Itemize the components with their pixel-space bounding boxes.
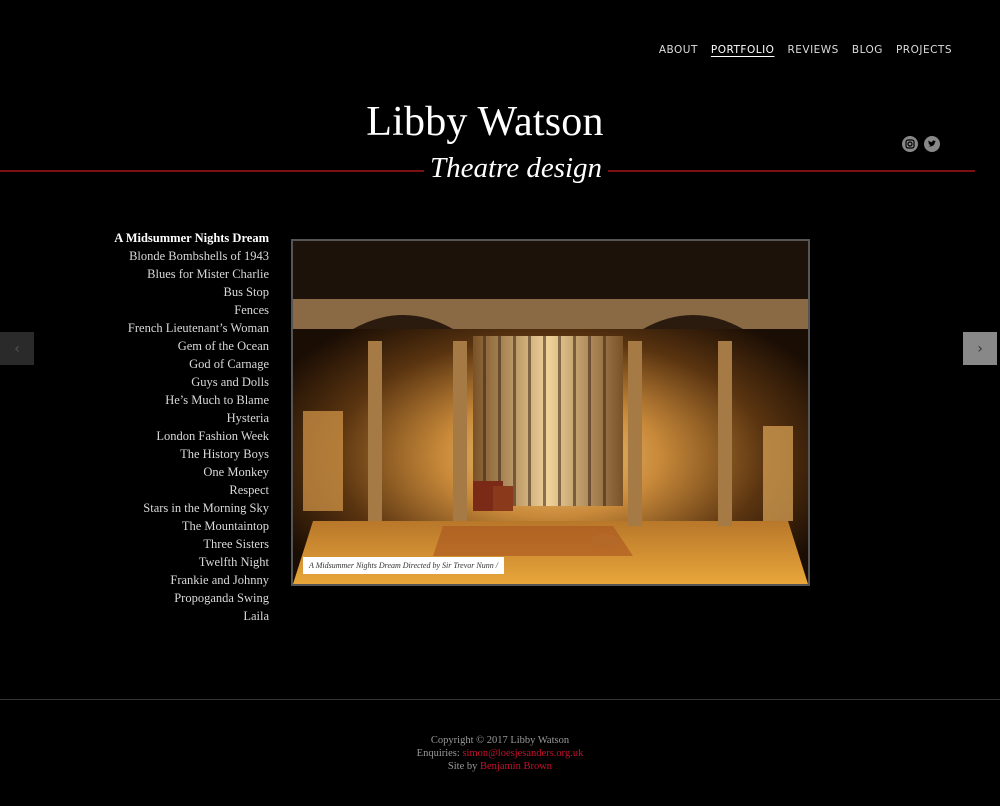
chevron-left-icon: ‹ xyxy=(14,340,20,357)
nav-portfolio[interactable]: PORTFOLIO xyxy=(711,44,775,56)
site-by-link[interactable]: Benjamin Brown xyxy=(480,761,552,772)
slideshow-next-button[interactable]: › xyxy=(963,332,997,365)
stage-photo xyxy=(293,241,808,584)
portfolio-item[interactable]: The History Boys xyxy=(114,445,269,463)
main-nav: ABOUT PORTFOLIO REVIEWS BLOG PROJECTS xyxy=(659,44,952,56)
instagram-icon[interactable] xyxy=(902,136,918,152)
site-title: Libby Watson xyxy=(366,99,604,145)
portfolio-item[interactable]: Laila xyxy=(114,607,269,625)
portfolio-item[interactable]: Three Sisters xyxy=(114,535,269,553)
nav-blog[interactable]: BLOG xyxy=(852,44,883,56)
portfolio-item[interactable]: Guys and Dolls xyxy=(114,373,269,391)
social-links xyxy=(902,136,940,152)
twitter-icon[interactable] xyxy=(924,136,940,152)
portfolio-item[interactable]: London Fashion Week xyxy=(114,427,269,445)
portfolio-item[interactable]: He’s Much to Blame xyxy=(114,391,269,409)
site-by-label: Site by xyxy=(447,761,478,772)
portfolio-item[interactable]: Blues for Mister Charlie xyxy=(114,265,269,283)
enquiries-email-link[interactable]: simon@loesjesanders.org.uk xyxy=(462,748,583,759)
enquiries-line: Enquiries: simon@loesjesanders.org.uk xyxy=(0,747,1000,760)
slideshow-image[interactable]: A Midsummer Nights Dream Directed by Sir… xyxy=(291,239,810,586)
slideshow-caption: A Midsummer Nights Dream Directed by Sir… xyxy=(303,557,504,574)
slideshow-prev-button[interactable]: ‹ xyxy=(0,332,34,365)
site-subtitle: Theatre design xyxy=(0,152,1000,185)
portfolio-list: A Midsummer Nights Dream Blonde Bombshel… xyxy=(114,229,269,625)
portfolio-item[interactable]: God of Carnage xyxy=(114,355,269,373)
site-credit-line: Site by Benjamin Brown xyxy=(0,760,1000,773)
copyright-text: Copyright © 2017 Libby Watson xyxy=(430,735,570,746)
portfolio-item[interactable]: Fences xyxy=(114,301,269,319)
portfolio-item[interactable]: Twelfth Night xyxy=(114,553,269,571)
nav-projects[interactable]: PROJECTS xyxy=(896,44,952,56)
portfolio-item[interactable]: Frankie and Johnny xyxy=(114,571,269,589)
enquiries-label: Enquiries: xyxy=(416,748,460,759)
portfolio-item[interactable]: Stars in the Morning Sky xyxy=(114,499,269,517)
portfolio-item[interactable]: Respect xyxy=(114,481,269,499)
portfolio-item[interactable]: A Midsummer Nights Dream xyxy=(114,229,269,247)
portfolio-item[interactable]: One Monkey xyxy=(114,463,269,481)
portfolio-item[interactable]: Hysteria xyxy=(114,409,269,427)
nav-reviews[interactable]: REVIEWS xyxy=(787,44,838,56)
chevron-right-icon: › xyxy=(977,340,983,357)
site-subtitle-text: Theatre design xyxy=(423,152,609,184)
footer: Copyright © 2017 Libby Watson Enquiries:… xyxy=(0,734,1000,773)
footer-divider xyxy=(0,699,1000,700)
portfolio-item[interactable]: The Mountaintop xyxy=(114,517,269,535)
portfolio-item[interactable]: Gem of the Ocean xyxy=(114,337,269,355)
nav-about[interactable]: ABOUT xyxy=(659,44,698,56)
portfolio-item[interactable]: Bus Stop xyxy=(114,283,269,301)
portfolio-item[interactable]: Blonde Bombshells of 1943 xyxy=(114,247,269,265)
portfolio-item[interactable]: Propoganda Swing xyxy=(114,589,269,607)
portfolio-item[interactable]: French Lieutenant’s Woman xyxy=(114,319,269,337)
